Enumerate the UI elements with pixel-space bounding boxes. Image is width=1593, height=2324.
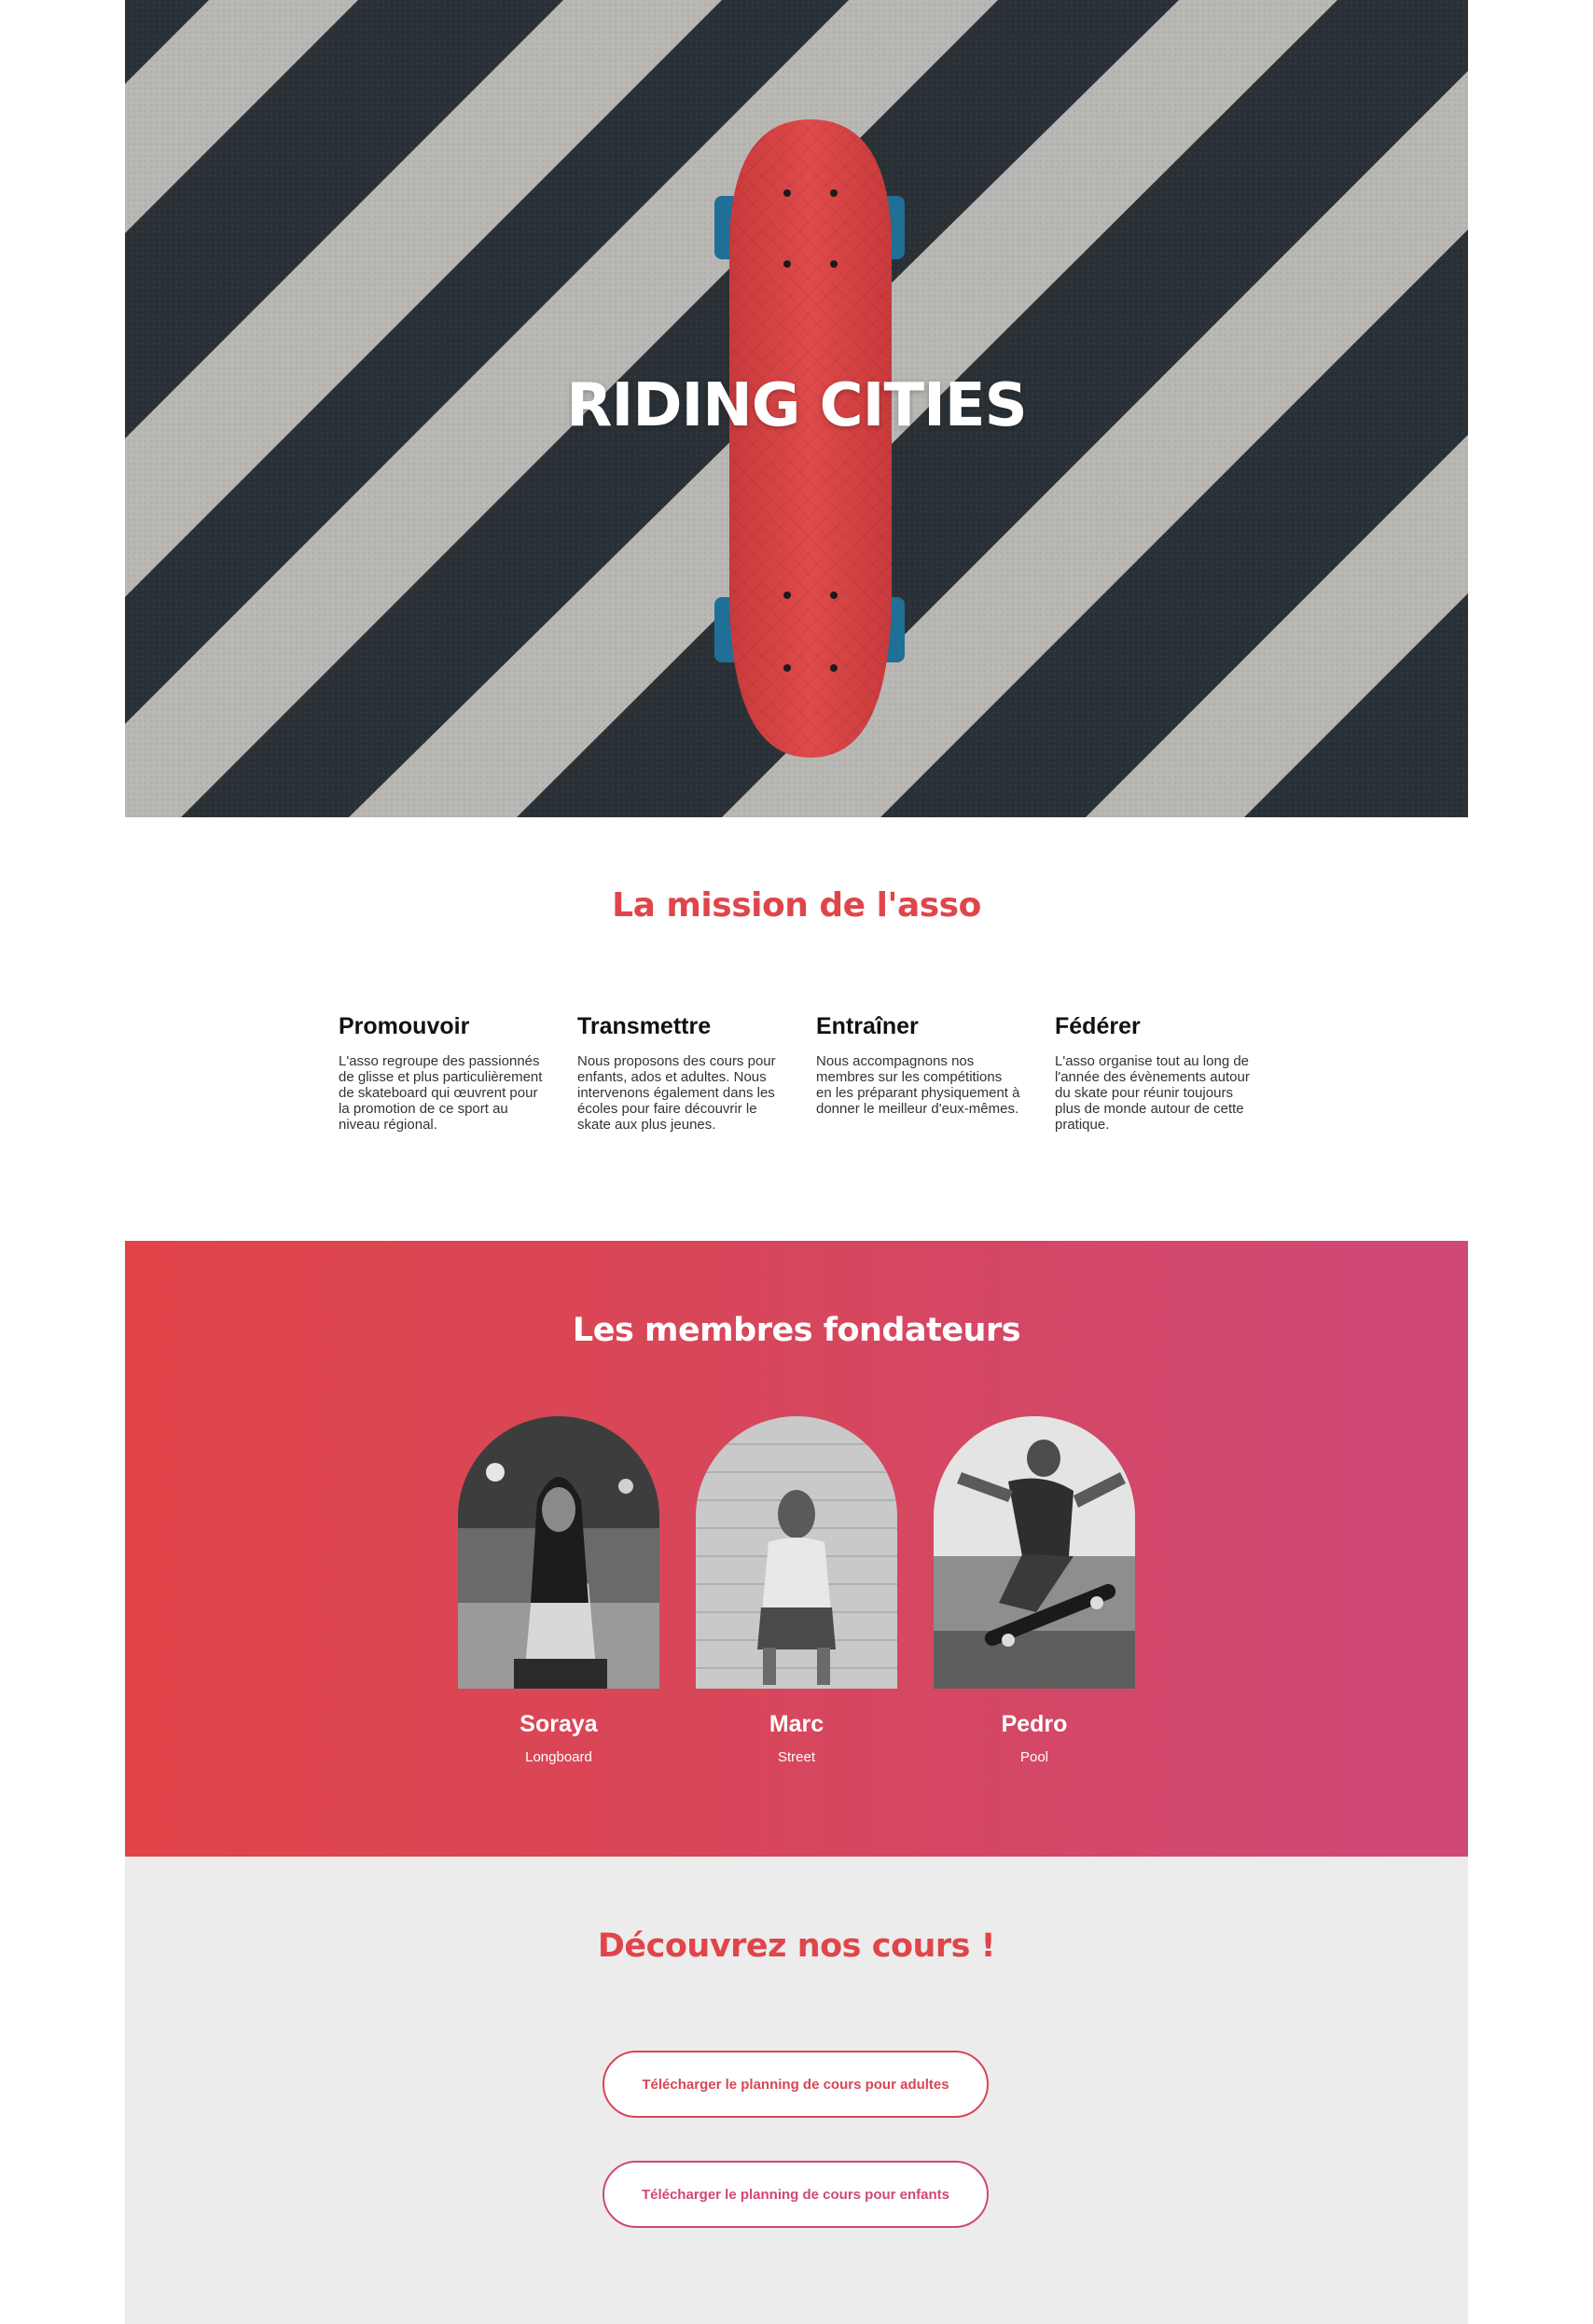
download-kids-schedule-button[interactable]: Télécharger le planning de cours pour en…: [603, 2161, 989, 2228]
member-photo: [696, 1416, 897, 1689]
page: RIDING CITIES La mission de l'asso Promo…: [125, 0, 1468, 2324]
member-photo: [934, 1416, 1135, 1689]
hero-title: RIDING CITIES: [566, 371, 1027, 440]
download-adults-schedule-button[interactable]: Télécharger le planning de cours pour ad…: [603, 2051, 989, 2118]
pillar-title: Fédérer: [1055, 1013, 1141, 1039]
pillar-title: Promouvoir: [339, 1013, 470, 1039]
pillar-text: L'asso organise tout au long de l'année …: [1055, 1053, 1250, 1133]
pillar-federer: Fédérer L'asso organise tout au long de …: [1055, 1013, 1260, 1133]
member-name: Marc: [769, 1711, 824, 1737]
pillar-promouvoir: Promouvoir L'asso regroupe des passionné…: [339, 1013, 544, 1133]
founders-section: Les membres fondateurs Soraya Longboard: [125, 1241, 1468, 1857]
pillar-text: L'asso regroupe des passionnés de glisse…: [339, 1053, 543, 1133]
member-role: Longboard: [525, 1749, 592, 1765]
pillar-transmettre: Transmettre Nous proposons des cours pou…: [577, 1013, 783, 1133]
pillar-title: Entraîner: [816, 1013, 919, 1039]
member-role: Street: [777, 1749, 816, 1765]
member-card-soraya: Soraya Longboard: [458, 1416, 659, 1765]
member-photo: [458, 1416, 659, 1689]
pillar-text: Nous proposons des cours pour enfants, a…: [577, 1053, 776, 1133]
courses-title: Découvrez nos cours !: [597, 1927, 996, 1965]
mission-title: La mission de l'asso: [612, 886, 981, 925]
mission-pillars: Promouvoir L'asso regroupe des passionné…: [339, 1013, 1271, 1181]
hero-banner: RIDING CITIES: [125, 0, 1468, 817]
pillar-text: Nous accompagnons nos membres sur les co…: [816, 1053, 1020, 1117]
courses-section: Découvrez nos cours ! Télécharger le pla…: [125, 1857, 1468, 2324]
pillar-title: Transmettre: [577, 1013, 712, 1039]
member-role: Pool: [1019, 1749, 1049, 1765]
pillar-entrainer: Entraîner Nous accompagnons nos membres …: [816, 1013, 1021, 1117]
member-card-pedro: Pedro Pool: [934, 1416, 1135, 1765]
member-card-marc: Marc Street: [696, 1416, 897, 1765]
member-name: Pedro: [1001, 1711, 1068, 1737]
member-name: Soraya: [519, 1711, 598, 1737]
founders-title: Les membres fondateurs: [572, 1312, 1021, 1349]
